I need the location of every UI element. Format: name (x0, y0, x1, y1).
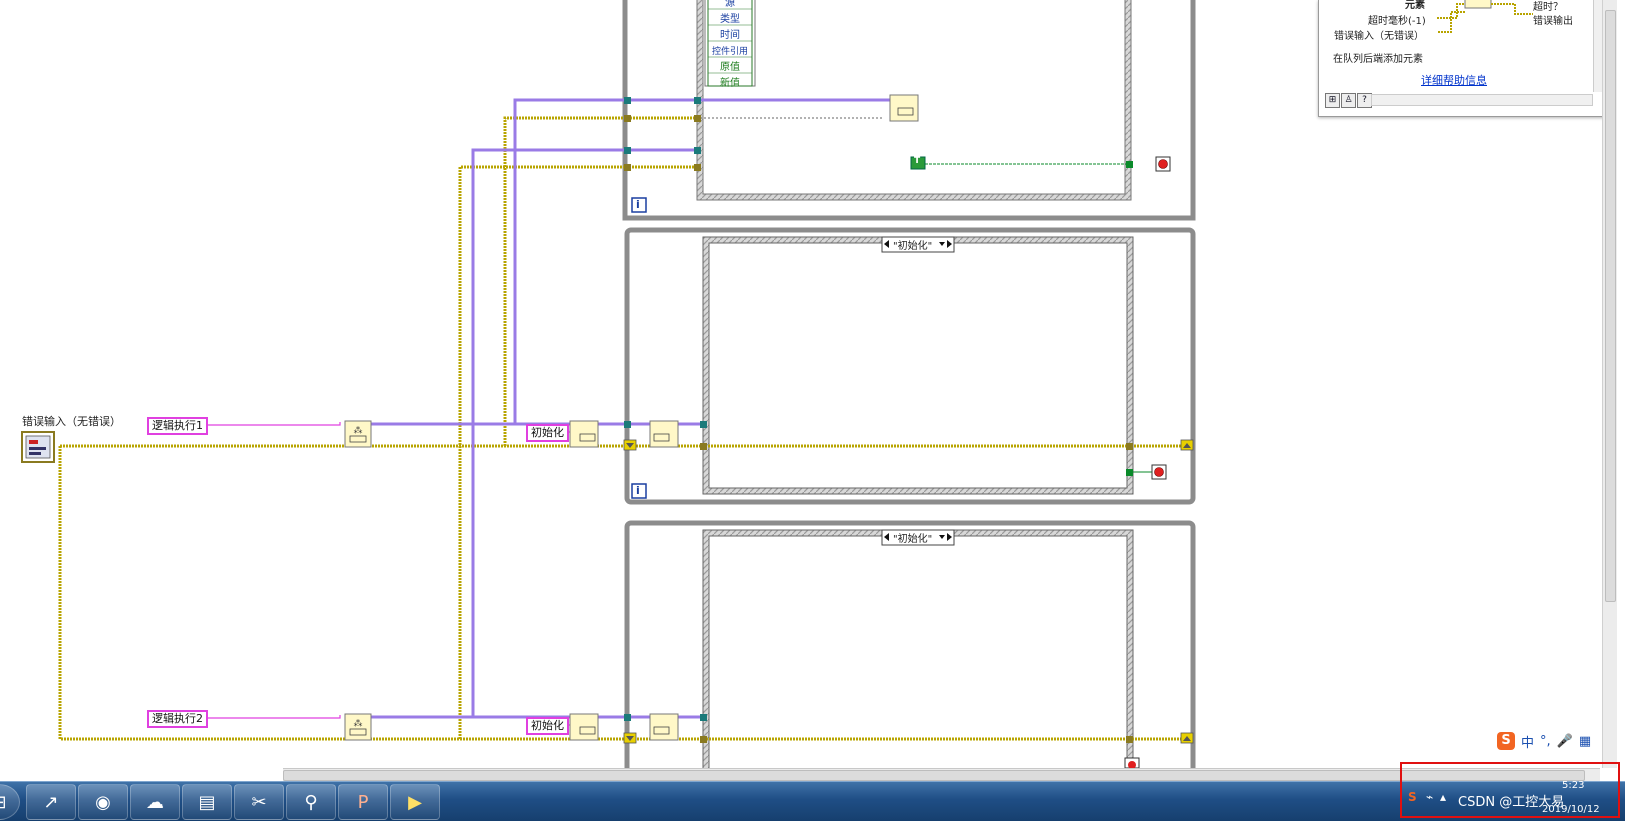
vertical-scrollbar[interactable] (1602, 0, 1617, 768)
tray-expand-icon[interactable]: ▴ (1440, 790, 1446, 804)
help-node-diagram (1437, 0, 1533, 33)
error-in-label: 错误输入（无错误） (22, 415, 121, 428)
obtain-queue-node-1[interactable]: ⁂ (344, 420, 372, 448)
enqueue-node-top[interactable] (889, 94, 919, 122)
init-enum-constant-2[interactable]: 初始化 (526, 717, 569, 735)
case-selector-label-2[interactable]: "初始化" (893, 530, 932, 545)
help-description: 在队列后端添加元素 (1333, 54, 1423, 65)
sogou-ime-icon[interactable]: S (1497, 732, 1515, 750)
logic2-string-constant[interactable]: 逻辑执行2 (147, 710, 208, 728)
ime-menu-icon[interactable]: ▦ (1579, 734, 1591, 749)
enqueue-node-1[interactable] (569, 420, 599, 448)
help-error-in-label: 错误输入（无错误） (1334, 31, 1424, 42)
help-detail-link[interactable]: 详细帮助信息 (1421, 72, 1487, 88)
logic1-string-constant[interactable]: 逻辑执行1 (147, 417, 208, 435)
labview-icon[interactable]: ▶ (390, 784, 440, 820)
ime-toolbar[interactable]: S 中 °, 🎤 ▦ (1497, 730, 1591, 752)
cluster-field: 源 (725, 0, 735, 9)
stop-terminal-top[interactable] (1155, 156, 1171, 172)
context-help-window[interactable]: 元素 超时？ 超时毫秒(-1) 错误输出 错误输入（无错误） 在队列后端添加元素… (1318, 0, 1610, 117)
vertical-scroll-thumb[interactable] (1605, 10, 1616, 602)
help-hscroll[interactable] (1371, 94, 1593, 106)
help-timeout-ms-label: 超时毫秒(-1) (1368, 16, 1426, 27)
powerpoint-icon[interactable]: P (338, 784, 388, 820)
clock-time[interactable]: 5:23 (1562, 780, 1584, 791)
microphone-icon[interactable]: 🎤 (1557, 734, 1573, 749)
cluster-field-list: 源 类型 时间 控件引用 原值 新值 (708, 0, 752, 92)
cluster-field: 新值 (720, 78, 740, 89)
loop-index-middle: i (636, 484, 640, 497)
system-tray-highlight: S ⌁ ▴ CSDN @工控大易 5:23 2019/10/12 (1400, 762, 1620, 818)
help-element-label: 元素 (1405, 0, 1425, 11)
start-orb-icon[interactable]: ⊞ (0, 784, 20, 820)
cluster-field: 时间 (720, 30, 740, 41)
help-toolbar: ⊞ ♙ ? (1325, 93, 1372, 108)
ime-punctuation[interactable]: °, (1540, 734, 1551, 749)
svg-text:⁂: ⁂ (354, 425, 363, 436)
tray-sogou-icon[interactable]: S (1408, 790, 1417, 804)
clock-date[interactable]: 2019/10/12 (1542, 804, 1600, 815)
svg-text:⁂: ⁂ (354, 718, 363, 729)
stop-terminal-middle[interactable] (1151, 464, 1167, 480)
baidu-pan-icon[interactable]: ☁ (130, 784, 180, 820)
help-lock-button[interactable]: ⊞ (1325, 93, 1340, 108)
dequeue-node-2[interactable] (649, 713, 679, 741)
browser-icon[interactable]: ◉ (78, 784, 128, 820)
help-error-out-label: 错误输出 (1533, 16, 1573, 27)
enqueue-node-2[interactable] (569, 713, 599, 741)
help-pin-button[interactable]: ♙ (1341, 93, 1356, 108)
stop-terminal-bottom[interactable] (1124, 757, 1140, 768)
obtain-queue-node-2[interactable]: ⁂ (344, 713, 372, 741)
cluster-field: 类型 (720, 14, 740, 25)
app-arrow-icon[interactable]: ↗ (26, 784, 76, 820)
ime-language[interactable]: 中 (1521, 732, 1534, 751)
cluster-field: 原值 (720, 62, 740, 73)
horizontal-scroll-thumb[interactable] (283, 770, 1585, 781)
help-question-button[interactable]: ? (1357, 93, 1372, 108)
true-constant-label: T (914, 156, 921, 166)
cluster-field: 控件引用 (711, 47, 748, 57)
file-explorer-icon[interactable]: ▤ (182, 784, 232, 820)
tray-network-icon[interactable]: ⌁ (1426, 790, 1433, 804)
snipping-tool-icon[interactable]: ✂ (234, 784, 284, 820)
case-selector-label-1[interactable]: "初始化" (893, 237, 932, 252)
while-loop-middle[interactable] (624, 227, 1196, 505)
init-enum-constant-1[interactable]: 初始化 (526, 424, 569, 442)
string-wires (201, 422, 575, 726)
dequeue-node-1[interactable] (649, 420, 679, 448)
while-loop-bottom[interactable] (624, 520, 1196, 768)
loop-index-top: i (636, 198, 640, 211)
search-tool-icon[interactable]: ⚲ (286, 784, 336, 820)
windows-taskbar: ⊞ ↗ ◉ ☁ ▤ ✂ ⚲ P ▶ (0, 781, 1625, 821)
error-in-control-icon[interactable] (21, 431, 55, 463)
